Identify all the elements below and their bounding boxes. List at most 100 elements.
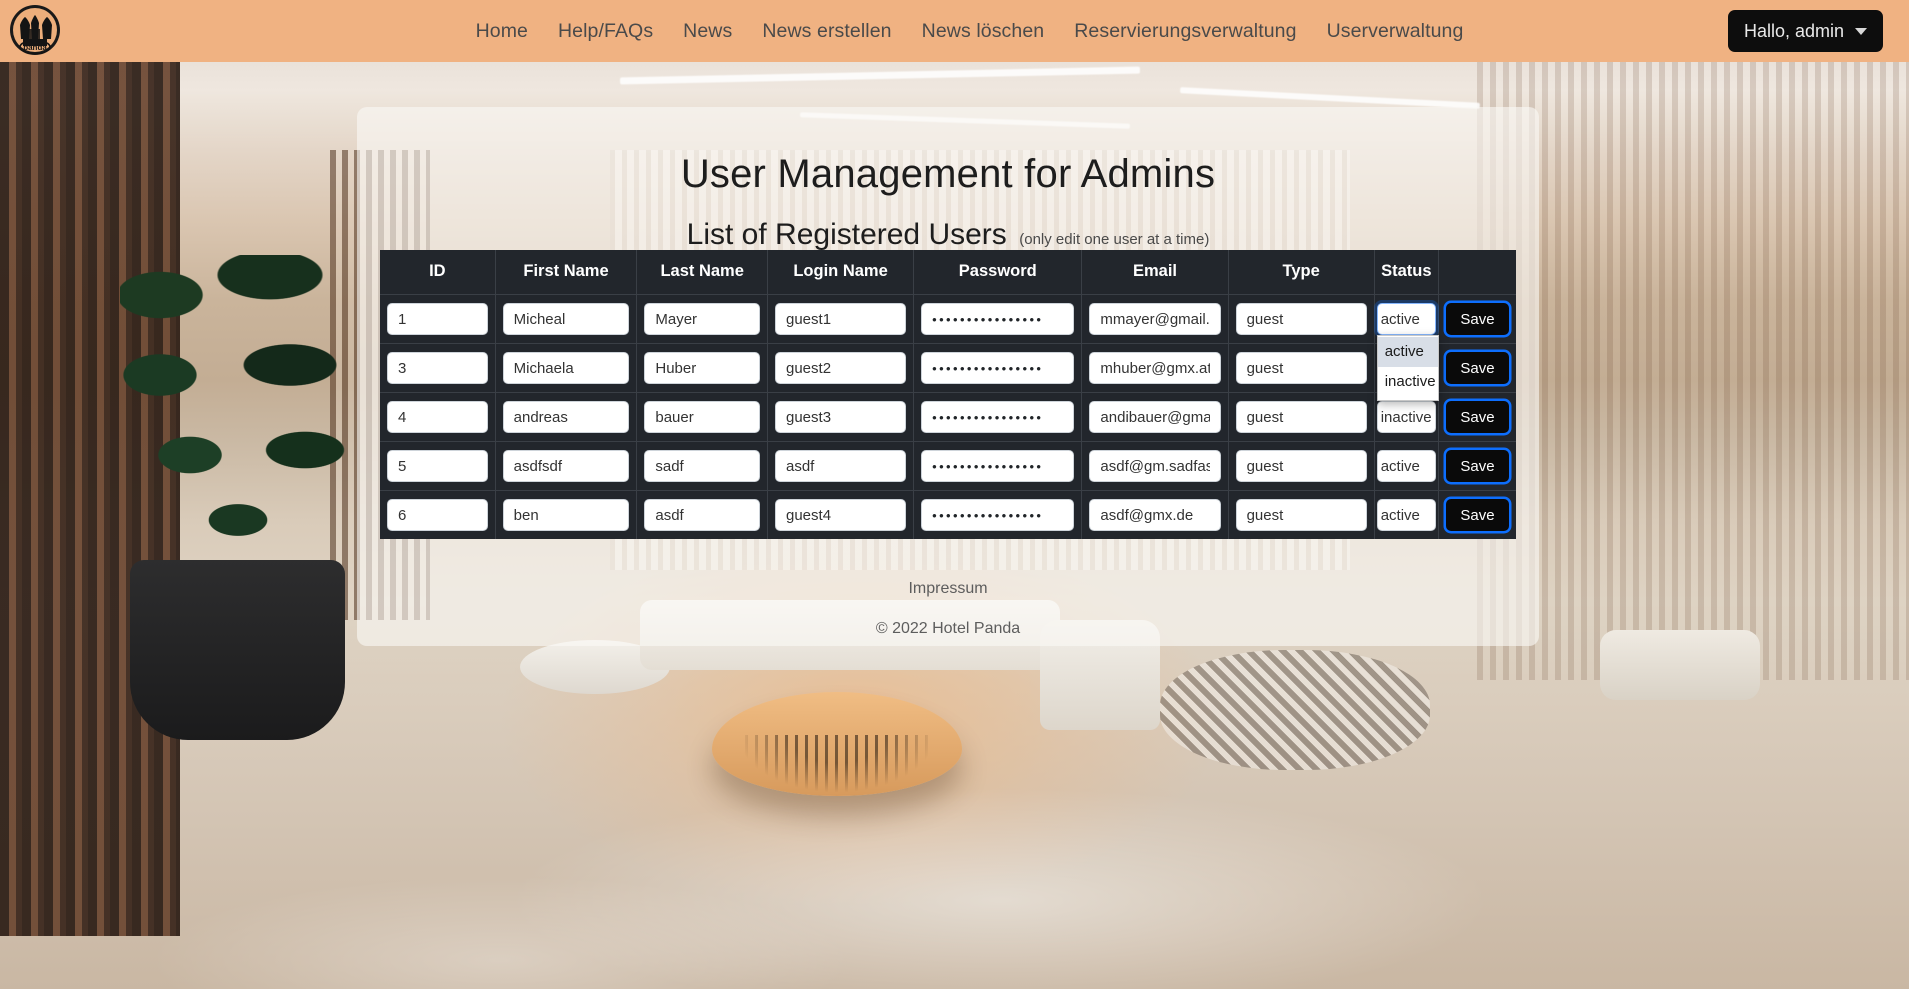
decorative-sofa — [1600, 630, 1760, 700]
email-input[interactable] — [1089, 352, 1221, 384]
type-input[interactable] — [1235, 352, 1367, 384]
save-button[interactable]: Save — [1445, 450, 1509, 482]
decorative-ottoman-base — [718, 735, 956, 845]
last-name-input[interactable] — [644, 401, 760, 433]
save-button[interactable]: Save — [1445, 499, 1509, 531]
email-input[interactable] — [1089, 499, 1221, 531]
first-name-input[interactable] — [502, 352, 630, 384]
last-name-input[interactable] — [644, 303, 760, 335]
users-table: ID First Name Last Name Login Name Passw… — [380, 250, 1516, 539]
table-row: •••••••••••••••• active Save — [380, 441, 1516, 491]
email-input[interactable] — [1089, 303, 1221, 335]
decorative-planter — [130, 560, 345, 740]
status-select[interactable]: active — [1376, 303, 1436, 335]
column-header-first-name: First Name — [495, 250, 638, 295]
password-cell: •••••••••••••••• — [913, 490, 1083, 539]
user-id-input[interactable] — [387, 352, 488, 384]
last-name-input[interactable] — [644, 450, 760, 482]
type-cell — [1228, 343, 1375, 393]
table-row: •••••••••••••••• inactive Save — [380, 392, 1516, 442]
first-name-input[interactable] — [502, 499, 630, 531]
nav-link-news-loeschen[interactable]: News löschen — [907, 14, 1060, 49]
status-cell: active — [1374, 490, 1439, 539]
login-name-cell — [767, 294, 915, 344]
password-input[interactable]: •••••••••••••••• — [921, 450, 1075, 482]
user-id-cell — [380, 392, 496, 442]
last-name-cell — [636, 441, 768, 491]
login-name-input[interactable] — [775, 450, 907, 482]
type-input[interactable] — [1235, 303, 1367, 335]
user-menu-button[interactable]: Hallo, admin — [1727, 10, 1883, 52]
password-input[interactable]: •••••••••••••••• — [921, 401, 1075, 433]
login-name-input[interactable] — [775, 352, 907, 384]
login-name-input[interactable] — [775, 401, 907, 433]
column-header-type: Type — [1228, 250, 1375, 295]
first-name-input[interactable] — [502, 303, 630, 335]
last-name-input[interactable] — [644, 352, 760, 384]
last-name-input[interactable] — [644, 499, 760, 531]
first-name-input[interactable] — [502, 450, 630, 482]
nav-link-reservierungsverwaltung[interactable]: Reservierungsverwaltung — [1059, 14, 1311, 49]
last-name-cell — [636, 392, 768, 442]
type-input[interactable] — [1235, 499, 1367, 531]
column-header-password: Password — [913, 250, 1083, 295]
user-id-input[interactable] — [387, 401, 488, 433]
first-name-cell — [495, 343, 638, 393]
nav-link-news[interactable]: News — [668, 14, 747, 49]
copyright-text: © 2022 Hotel Panda — [875, 620, 1021, 637]
status-option-inactive[interactable]: inactive — [1378, 367, 1438, 397]
login-name-input[interactable] — [775, 303, 907, 335]
email-cell — [1081, 294, 1229, 344]
type-input[interactable] — [1235, 401, 1367, 433]
last-name-cell — [636, 490, 768, 539]
panda-logo-icon[interactable]: panda — [8, 3, 62, 57]
user-id-input[interactable] — [387, 499, 488, 531]
email-input[interactable] — [1089, 450, 1221, 482]
save-cell: Save — [1438, 392, 1516, 442]
save-button[interactable]: Save — [1445, 401, 1509, 433]
nav-link-help-faqs[interactable]: Help/FAQs — [543, 14, 668, 49]
nav-link-home[interactable]: Home — [461, 14, 543, 49]
password-input[interactable]: •••••••••••••••• — [921, 352, 1075, 384]
status-option-active[interactable]: active — [1377, 337, 1438, 367]
status-select[interactable]: inactive — [1376, 401, 1436, 433]
nav-links: Home Help/FAQs News News erstellen News … — [431, 14, 1479, 49]
password-cell: •••••••••••••••• — [913, 392, 1083, 442]
email-cell — [1081, 490, 1229, 539]
status-select[interactable]: active — [1376, 499, 1436, 531]
user-id-cell — [380, 343, 496, 393]
column-header-email: Email — [1081, 250, 1229, 295]
type-input[interactable] — [1235, 450, 1367, 482]
svg-text:panda: panda — [23, 43, 47, 52]
user-id-cell — [380, 441, 496, 491]
save-button[interactable]: Save — [1445, 352, 1509, 384]
status-select[interactable]: active — [1376, 450, 1436, 482]
users-table-head: ID First Name Last Name Login Name Passw… — [380, 250, 1516, 295]
save-button[interactable]: Save — [1445, 303, 1509, 335]
login-name-input[interactable] — [775, 499, 907, 531]
nav-link-news-erstellen[interactable]: News erstellen — [747, 14, 906, 49]
nav-link-userverwaltung[interactable]: Userverwaltung — [1312, 14, 1479, 49]
first-name-input[interactable] — [502, 401, 630, 433]
password-input[interactable]: •••••••••••••••• — [921, 499, 1075, 531]
last-name-cell — [636, 294, 768, 344]
chevron-down-icon — [1855, 27, 1867, 35]
type-cell — [1228, 441, 1375, 491]
page-footer: Impressum © 2022 Hotel Panda — [357, 580, 1539, 638]
users-table-body: ••••••••••••••••activeactiveinactiveSave… — [380, 294, 1516, 539]
save-cell: Save — [1438, 294, 1516, 344]
page-subtitle: List of Registered Users — [686, 218, 1007, 251]
column-header-status: Status — [1374, 250, 1439, 295]
column-header-id: ID — [380, 250, 496, 295]
status-cell: active — [1374, 441, 1439, 491]
password-input[interactable]: •••••••••••••••• — [921, 303, 1075, 335]
user-id-input[interactable] — [387, 303, 488, 335]
user-id-cell — [380, 294, 496, 344]
user-id-input[interactable] — [387, 450, 488, 482]
status-dropdown: active inactive — [1376, 335, 1439, 401]
table-header-row: ID First Name Last Name Login Name Passw… — [380, 250, 1516, 295]
impressum-link[interactable]: Impressum — [908, 580, 987, 598]
app-root: panda Home Help/FAQs News News erstellen… — [0, 0, 1909, 989]
login-name-cell — [767, 343, 915, 393]
email-input[interactable] — [1089, 401, 1221, 433]
